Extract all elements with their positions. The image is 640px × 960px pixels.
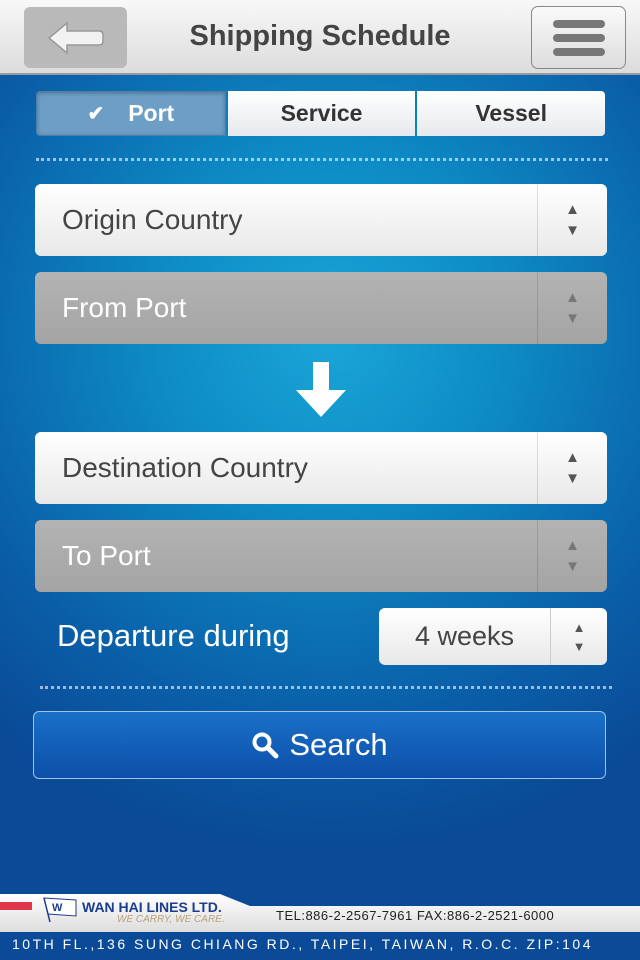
- from-port-select[interactable]: From Port ▲ ▼: [35, 272, 607, 344]
- tab-label: Port: [128, 100, 175, 126]
- up-down-arrows-icon: ▲ ▼: [550, 608, 607, 665]
- contact-numbers: TEL:886-2-2567-7961 FAX:886-2-2521-6000: [276, 908, 555, 923]
- select-value: 4 weeks: [414, 621, 515, 651]
- hamburger-icon: [552, 47, 605, 56]
- company-name: WAN HAI LINES LTD.: [82, 899, 222, 915]
- select-label: Origin Country: [62, 204, 243, 235]
- checkmark-icon: ✔: [87, 103, 105, 125]
- tab-port[interactable]: ✔ Port: [36, 91, 226, 136]
- tab-label: Service: [280, 100, 363, 126]
- up-down-arrows-icon: ▲ ▼: [537, 184, 607, 256]
- up-down-arrows-icon: ▲ ▼: [537, 520, 607, 592]
- svg-text:W: W: [52, 902, 63, 914]
- search-mode-tabs: ✔ Port Service Vessel: [36, 91, 606, 136]
- destination-country-select[interactable]: Destination Country ▲ ▼: [35, 432, 607, 504]
- tab-label: Vessel: [475, 100, 547, 126]
- tab-service[interactable]: Service: [227, 91, 416, 136]
- hamburger-icon: [552, 33, 605, 42]
- arrow-down-icon: [296, 362, 346, 417]
- select-label: Destination Country: [62, 452, 308, 483]
- up-down-arrows-icon: ▲ ▼: [537, 272, 607, 344]
- select-label: From Port: [62, 292, 187, 323]
- departure-label: Departure during: [57, 618, 290, 653]
- search-button[interactable]: Search: [33, 711, 606, 779]
- select-label: To Port: [62, 540, 151, 571]
- red-stripe: [0, 902, 32, 910]
- tab-vessel[interactable]: Vessel: [417, 91, 606, 136]
- departure-weeks-select[interactable]: 4 weeks ▲ ▼: [379, 608, 607, 665]
- origin-country-select[interactable]: Origin Country ▲ ▼: [35, 184, 607, 256]
- company-address: 10TH FL.,136 SUNG CHIANG RD., TAIPEI, TA…: [12, 936, 593, 952]
- divider: [36, 158, 608, 161]
- menu-button[interactable]: [531, 6, 626, 69]
- search-label: Search: [289, 727, 388, 762]
- company-flag-logo: W: [43, 897, 77, 922]
- company-footer: W WAN HAI LINES LTD. WE CARRY, WE CARE. …: [0, 890, 640, 960]
- to-port-select[interactable]: To Port ▲ ▼: [35, 520, 607, 592]
- up-down-arrows-icon: ▲ ▼: [537, 432, 607, 504]
- divider: [40, 686, 612, 689]
- company-slogan: WE CARRY, WE CARE.: [117, 914, 225, 925]
- nav-bar: Shipping Schedule: [0, 0, 640, 75]
- hamburger-icon: [552, 19, 605, 28]
- search-icon: [252, 732, 279, 759]
